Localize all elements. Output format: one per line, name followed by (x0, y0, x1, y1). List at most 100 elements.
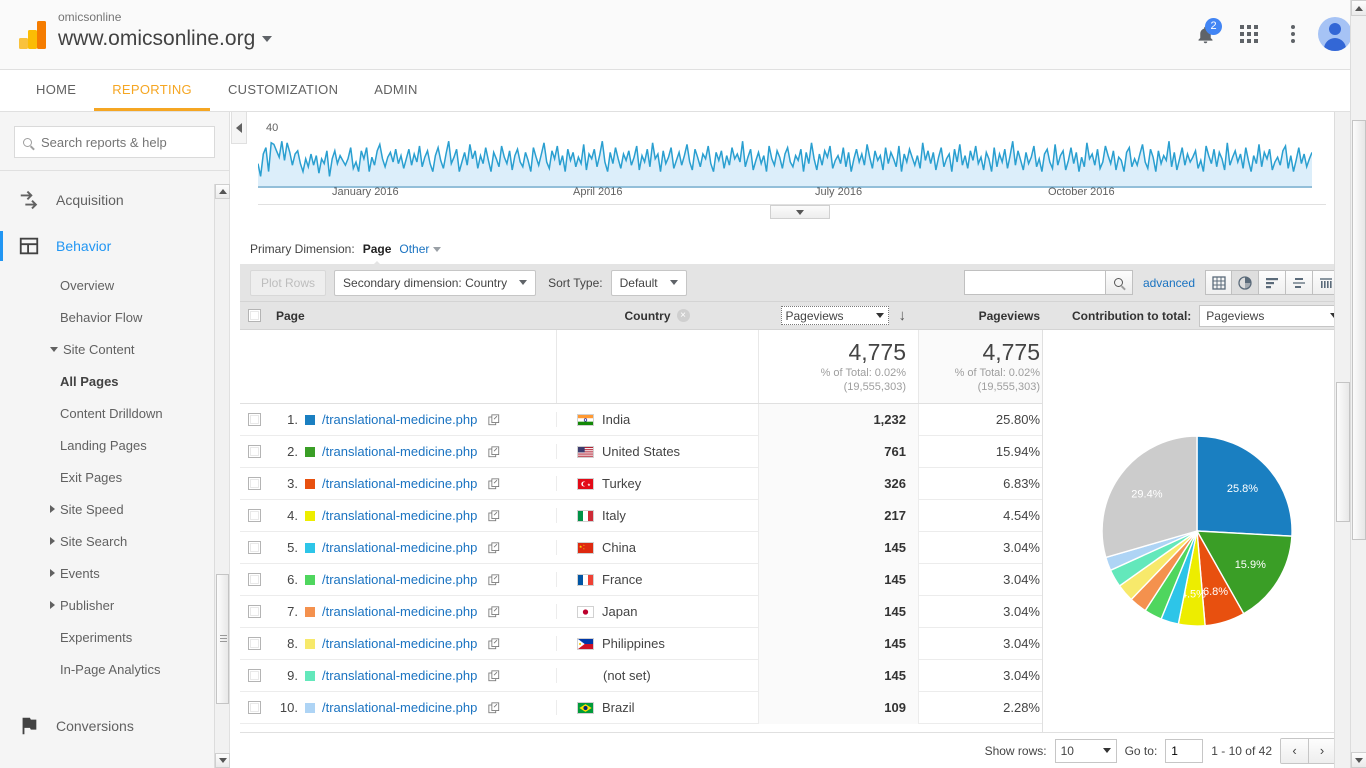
table-search-button[interactable] (1104, 271, 1132, 294)
sidebar-item-content-drilldown[interactable]: Content Drilldown (0, 397, 229, 429)
row-checkbox[interactable] (247, 413, 261, 426)
page-link[interactable]: /translational-medicine.php (322, 572, 477, 587)
scroll-down-button[interactable] (1351, 752, 1366, 768)
open-in-new-icon[interactable] (488, 669, 500, 682)
tab-admin[interactable]: ADMIN (356, 70, 435, 111)
go-to-input[interactable] (1165, 738, 1204, 763)
metric-select[interactable]: Pageviews (780, 306, 889, 325)
sidebar-group-site-content[interactable]: Site Content (0, 333, 229, 365)
sidebar-item-overview[interactable]: Overview (0, 269, 229, 301)
select-all-checkbox[interactable] (247, 309, 261, 322)
table-search-field[interactable] (963, 270, 1133, 295)
page-link[interactable]: /translational-medicine.php (322, 476, 477, 491)
remove-secondary-dimension-icon[interactable]: × (676, 309, 690, 322)
table-search-input[interactable] (964, 271, 1105, 294)
primary-dimension-page[interactable]: Page (363, 242, 392, 256)
more-options-button[interactable] (1274, 12, 1312, 56)
show-rows-select[interactable]: 10 (1054, 738, 1117, 763)
row-checkbox[interactable] (247, 637, 261, 650)
contribution-metric-select[interactable]: Pageviews (1199, 304, 1346, 327)
row-checkbox[interactable] (247, 477, 261, 490)
notifications-button[interactable]: 2 (1186, 12, 1224, 56)
page-link[interactable]: /translational-medicine.php (322, 604, 477, 619)
row-checkbox[interactable] (247, 541, 261, 554)
next-page-button[interactable]: › (1308, 738, 1335, 763)
conversions-flag-icon (22, 717, 37, 735)
sidebar-item-experiments[interactable]: Experiments (0, 621, 229, 653)
row-checkbox[interactable] (247, 669, 261, 682)
chart-expand-handle[interactable] (770, 205, 830, 219)
scrollbar-thumb[interactable] (1352, 120, 1366, 540)
sidebar-item-exit-pages[interactable]: Exit Pages (0, 461, 229, 493)
scrollbar-thumb[interactable] (1336, 382, 1350, 522)
comparison-view-icon[interactable] (1286, 270, 1313, 295)
col-header-country[interactable]: Country × (556, 309, 758, 323)
apps-button[interactable] (1230, 12, 1268, 56)
open-in-new-icon[interactable] (488, 637, 500, 650)
prev-page-button[interactable]: ‹ (1281, 738, 1308, 763)
sidebar-item-acquisition[interactable]: Acquisition (0, 177, 229, 223)
sidebar-collapse-button[interactable] (231, 112, 247, 144)
pie-chart-view-icon[interactable] (1232, 270, 1259, 295)
tab-reporting[interactable]: REPORTING (94, 70, 210, 111)
page-link[interactable]: /translational-medicine.php (322, 412, 477, 427)
col-header-page[interactable]: Page (268, 308, 556, 323)
row-checkbox[interactable] (247, 605, 261, 618)
page-link[interactable]: /translational-medicine.php (322, 636, 477, 651)
row-checkbox[interactable] (247, 573, 261, 586)
sidebar-item-conversions[interactable]: Conversions (0, 703, 229, 749)
tab-customization[interactable]: CUSTOMIZATION (210, 70, 356, 111)
view-type-tabs (1205, 270, 1340, 295)
sidebar-item-behavior[interactable]: Behavior (0, 223, 229, 269)
sort-descending-icon[interactable]: ↓ (899, 307, 907, 324)
table-view-icon[interactable] (1205, 270, 1232, 295)
open-in-new-icon[interactable] (488, 605, 500, 618)
content-scrollbar[interactable] (1334, 112, 1350, 768)
page-link[interactable]: /translational-medicine.php (322, 700, 477, 715)
avatar[interactable] (1318, 17, 1352, 51)
scroll-down-button[interactable] (215, 753, 230, 768)
open-in-new-icon[interactable] (488, 477, 500, 490)
performance-view-icon[interactable] (1259, 270, 1286, 295)
advanced-filter-link[interactable]: advanced (1143, 276, 1195, 290)
page-link[interactable]: /translational-medicine.php (322, 508, 477, 523)
page-link[interactable]: /translational-medicine.php (322, 444, 477, 459)
primary-dimension-other[interactable]: Other (399, 242, 442, 256)
chevron-down-icon[interactable] (262, 36, 273, 42)
window-scrollbar[interactable] (1350, 0, 1366, 768)
sidebar-scrollbar[interactable] (214, 184, 230, 768)
property-selector[interactable]: omicsonline www.omicsonline.org (58, 10, 273, 52)
scroll-up-button[interactable] (215, 184, 230, 199)
open-in-new-icon[interactable] (488, 509, 500, 522)
sidebar-item-landing-pages[interactable]: Landing Pages (0, 429, 229, 461)
sidebar-group-publisher[interactable]: Publisher (0, 589, 229, 621)
row-metric-value: 217 (758, 499, 918, 532)
sidebar-item-in-page-analytics[interactable]: In-Page Analytics (0, 653, 229, 685)
open-in-new-icon[interactable] (488, 573, 500, 586)
sidebar-item-behavior-flow[interactable]: Behavior Flow (0, 301, 229, 333)
svg-text:★: ★ (583, 547, 585, 550)
col-header-pageviews[interactable]: Pageviews (918, 308, 1052, 323)
row-checkbox[interactable] (247, 701, 261, 714)
open-in-new-icon[interactable] (488, 701, 500, 714)
sidebar-group-events[interactable]: Events (0, 557, 229, 589)
search-box[interactable] (14, 126, 219, 158)
scroll-up-button[interactable] (1351, 0, 1366, 16)
open-in-new-icon[interactable] (488, 541, 500, 554)
tab-home[interactable]: HOME (18, 70, 94, 111)
sidebar-group-site-search[interactable]: Site Search (0, 525, 229, 557)
sort-type-select[interactable]: Default (610, 269, 687, 296)
open-in-new-icon[interactable] (488, 445, 500, 458)
scrollbar-thumb[interactable] (216, 574, 229, 704)
country-name: Italy (602, 508, 626, 523)
page-link[interactable]: /translational-medicine.php (322, 540, 477, 555)
secondary-dimension-select[interactable]: Secondary dimension: Country (334, 269, 537, 296)
plot-rows-button[interactable]: Plot Rows (250, 269, 327, 296)
page-link[interactable]: /translational-medicine.php (322, 668, 477, 683)
search-input[interactable] (39, 133, 219, 151)
row-checkbox[interactable] (247, 509, 261, 522)
sidebar-item-all-pages[interactable]: All Pages (0, 365, 229, 397)
row-checkbox[interactable] (247, 445, 261, 458)
open-in-new-icon[interactable] (488, 413, 500, 426)
sidebar-group-site-speed[interactable]: Site Speed (0, 493, 229, 525)
